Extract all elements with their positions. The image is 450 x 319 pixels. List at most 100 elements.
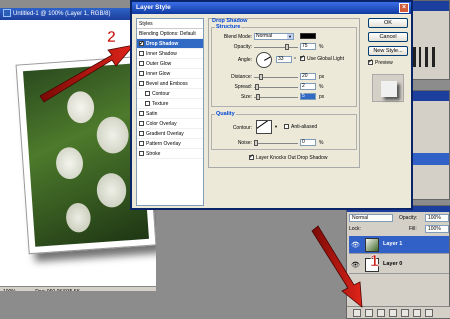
ok-button[interactable]: OK xyxy=(368,18,408,28)
style-item-inner-shadow[interactable]: Inner Shadow xyxy=(137,49,203,59)
style-item-label: Texture xyxy=(152,101,169,107)
style-item-label: Outer Glow xyxy=(146,61,172,67)
style-item-pattern-overlay[interactable]: Pattern Overlay xyxy=(137,139,203,149)
contour-picker[interactable] xyxy=(256,120,272,134)
checkbox-icon[interactable] xyxy=(139,151,144,156)
dialog-titlebar[interactable]: Layer Style × xyxy=(132,2,411,14)
style-item-label: Pattern Overlay xyxy=(146,141,181,147)
spread-slider[interactable] xyxy=(254,84,298,90)
spread-field[interactable]: 2 xyxy=(300,83,316,90)
styles-header[interactable]: Styles xyxy=(137,19,203,29)
style-item-label: Bevel and Emboss xyxy=(146,81,188,87)
spread-slider-thumb[interactable] xyxy=(255,84,259,90)
spread-label: Spread: xyxy=(234,84,252,90)
style-item-label: Drop Shadow xyxy=(146,41,179,47)
size-slider[interactable] xyxy=(254,94,298,100)
noise-slider-thumb[interactable] xyxy=(254,140,258,146)
angle-field[interactable]: 33 xyxy=(276,56,292,63)
structure-title: Structure xyxy=(215,24,242,30)
checkbox-icon[interactable] xyxy=(145,91,150,96)
checkbox-icon[interactable] xyxy=(139,51,144,56)
style-item-label: Gradient Overlay xyxy=(146,131,184,137)
style-item-blending-options-default[interactable]: Blending Options: Default xyxy=(137,29,203,39)
blend-mode-value: Normal xyxy=(256,33,273,39)
size-slider-thumb[interactable] xyxy=(256,94,260,100)
opacity-slider[interactable] xyxy=(254,44,298,50)
checkbox-icon xyxy=(284,124,289,129)
checkbox-icon[interactable] xyxy=(139,71,144,76)
close-icon[interactable]: × xyxy=(399,3,409,13)
opacity-field[interactable]: 75 xyxy=(300,43,316,50)
style-item-label: Color Overlay xyxy=(146,121,177,127)
knockout-label: Layer Knocks Out Drop Shadow xyxy=(256,155,328,161)
quality-title: Quality xyxy=(215,111,236,117)
checkbox-icon[interactable] xyxy=(139,111,144,116)
style-item-label: Inner Glow xyxy=(146,71,171,77)
style-item-label: Blending Options: Default xyxy=(139,31,196,37)
checkbox-icon[interactable] xyxy=(139,39,144,49)
drop-shadow-panel: Drop Shadow Structure Blend Mode: Normal… xyxy=(208,18,360,168)
anti-aliased-checkbox[interactable]: Anti-aliased xyxy=(284,124,317,130)
opacity-slider-thumb[interactable] xyxy=(285,44,289,50)
style-item-color-overlay[interactable]: Color Overlay xyxy=(137,119,203,129)
contour-label: Contour: xyxy=(232,125,252,131)
style-item-label: Contour xyxy=(152,91,170,97)
chevron-down-icon[interactable]: ▼ xyxy=(274,124,278,129)
spread-unit: % xyxy=(319,84,324,90)
quality-group: Quality Contour: ▼ Anti-aliased Noise: 0… xyxy=(211,111,357,150)
angle-label: Angle: xyxy=(237,57,252,63)
arrow-1 xyxy=(311,225,363,308)
checkbox-icon[interactable] xyxy=(139,61,144,66)
distance-unit: px xyxy=(319,74,325,80)
checkbox-icon[interactable] xyxy=(139,131,144,136)
checkbox-icon[interactable] xyxy=(139,141,144,146)
checkbox-icon[interactable] xyxy=(145,101,150,106)
blend-mode-select[interactable]: Normal ▼ xyxy=(254,33,294,40)
use-global-light-checkbox[interactable]: Use Global Light xyxy=(300,54,344,62)
distance-label: Distance: xyxy=(231,74,252,80)
blend-mode-label: Blend Mode: xyxy=(223,34,252,40)
new-style-button[interactable]: New Style... xyxy=(368,46,408,56)
preview-checkbox[interactable]: Preview xyxy=(368,58,393,66)
checkbox-icon xyxy=(368,58,373,65)
preview-swatch xyxy=(381,81,397,97)
dialog-title: Layer Style xyxy=(136,4,171,11)
noise-unit: % xyxy=(319,140,324,146)
style-item-texture[interactable]: Texture xyxy=(137,99,203,109)
size-field[interactable]: 5 xyxy=(300,93,316,100)
chevron-down-icon: ▼ xyxy=(287,34,293,39)
use-global-light-label: Use Global Light xyxy=(307,56,344,62)
opacity-label: Opacity: xyxy=(233,44,252,50)
checkbox-icon[interactable] xyxy=(139,121,144,126)
style-item-bevel-and-emboss[interactable]: Bevel and Emboss xyxy=(137,79,203,89)
angle-dial[interactable] xyxy=(256,52,272,68)
style-item-inner-glow[interactable]: Inner Glow xyxy=(137,69,203,79)
checkbox-icon[interactable] xyxy=(139,81,144,86)
angle-unit: ° xyxy=(294,57,296,63)
arrow-2 xyxy=(39,44,136,103)
style-item-contour[interactable]: Contour xyxy=(137,89,203,99)
checkbox-icon xyxy=(249,153,254,160)
opacity-unit: % xyxy=(319,44,324,50)
step-1-label: 1 xyxy=(370,253,379,270)
noise-slider[interactable] xyxy=(254,140,298,146)
cancel-button[interactable]: Cancel xyxy=(368,32,408,42)
style-item-gradient-overlay[interactable]: Gradient Overlay xyxy=(137,129,203,139)
checkbox-icon xyxy=(300,54,305,61)
structure-group: Structure Blend Mode: Normal ▼ Opacity: … xyxy=(211,24,357,107)
shadow-color-swatch[interactable] xyxy=(300,33,316,39)
knockout-checkbox[interactable]: Layer Knocks Out Drop Shadow xyxy=(249,153,328,161)
distance-slider[interactable] xyxy=(254,74,298,80)
style-item-satin[interactable]: Satin xyxy=(137,109,203,119)
style-preview xyxy=(372,74,404,102)
preview-label: Preview xyxy=(375,60,393,66)
style-item-label: Stroke xyxy=(146,151,161,157)
style-item-label: Satin xyxy=(146,111,158,117)
styles-list: Styles Blending Options: Default Drop Sha… xyxy=(136,18,204,206)
style-item-drop-shadow[interactable]: Drop Shadow xyxy=(137,39,203,49)
style-item-stroke[interactable]: Stroke xyxy=(137,149,203,159)
distance-slider-thumb[interactable] xyxy=(259,74,263,80)
style-item-outer-glow[interactable]: Outer Glow xyxy=(137,59,203,69)
distance-field[interactable]: 20 xyxy=(300,73,316,80)
noise-field[interactable]: 0 xyxy=(300,139,316,146)
